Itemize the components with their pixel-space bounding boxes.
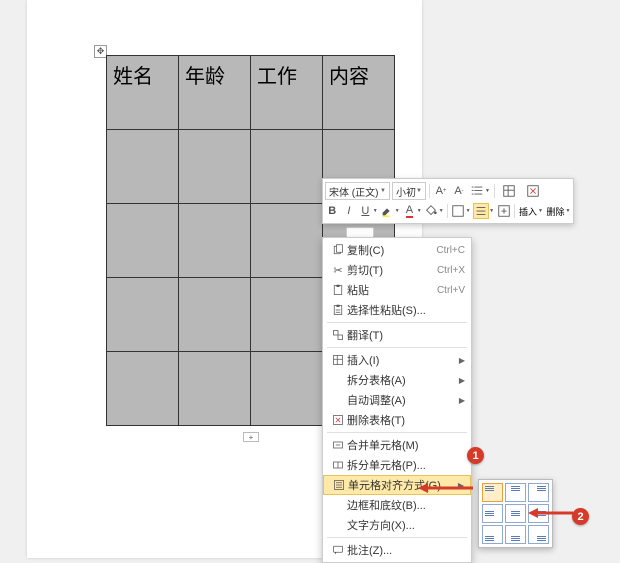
cell-align-popup: [478, 479, 553, 548]
clipboard-icon: [329, 284, 347, 296]
add-row-icon[interactable]: +: [243, 432, 259, 442]
menu-insert[interactable]: 插入(I) ▶: [323, 350, 471, 370]
scissors-icon: ✂: [329, 264, 347, 277]
merge-icon[interactable]: [497, 203, 512, 219]
comment-icon: [329, 544, 347, 556]
menu-separator: [327, 432, 467, 433]
align-top-right[interactable]: [528, 483, 549, 502]
table-header-cell[interactable]: 姓名: [107, 56, 179, 130]
menu-paste[interactable]: 粘贴 Ctrl+V: [323, 280, 471, 300]
delete-table-icon: [329, 414, 347, 426]
border-icon[interactable]: [451, 203, 466, 219]
chevron-down-icon[interactable]: ▼: [485, 188, 491, 194]
chevron-down-icon[interactable]: ▼: [566, 208, 571, 214]
align-icon: [330, 479, 348, 491]
table-header-cell[interactable]: 工作: [251, 56, 323, 130]
align-top-center[interactable]: [505, 483, 526, 502]
chevron-down-icon: ▼: [416, 188, 422, 194]
align-icon[interactable]: [473, 203, 489, 219]
separator: [447, 204, 448, 218]
font-color-icon[interactable]: A: [402, 203, 417, 219]
menu-split-table[interactable]: 拆分表格(A) ▶: [323, 370, 471, 390]
insert-button[interactable]: [498, 183, 520, 199]
chevron-down-icon[interactable]: ▼: [439, 208, 444, 214]
chevron-down-icon[interactable]: ▼: [417, 208, 422, 214]
annotation-callout-2: 2: [572, 508, 589, 525]
menu-paste-special[interactable]: 选择性粘贴(S)...: [323, 300, 471, 320]
highlight-icon[interactable]: [380, 203, 395, 219]
copy-icon: [329, 244, 347, 256]
chevron-down-icon[interactable]: ▼: [373, 208, 378, 214]
chevron-right-icon: ▶: [459, 376, 465, 385]
menu-merge-cells[interactable]: 合并单元格(M): [323, 435, 471, 455]
align-mid-right[interactable]: [528, 504, 549, 523]
font-size-dropdown[interactable]: 小初 ▼: [392, 182, 426, 200]
menu-copy[interactable]: 复制(C) Ctrl+C: [323, 240, 471, 260]
font-dropdown[interactable]: 宋体 (正文) ▼: [325, 182, 390, 200]
chevron-right-icon: ▶: [459, 396, 465, 405]
chevron-down-icon[interactable]: ▼: [395, 208, 400, 214]
font-size: 小初: [396, 184, 416, 199]
table-icon: [329, 354, 347, 366]
underline-icon[interactable]: U: [358, 203, 373, 219]
separator: [514, 204, 515, 218]
align-top-left[interactable]: [482, 483, 503, 502]
context-menu: 复制(C) Ctrl+C ✂ 剪切(T) Ctrl+X 粘贴 Ctrl+V 选择…: [322, 237, 472, 563]
font-name: 宋体 (正文): [329, 184, 378, 199]
chevron-right-icon: ▶: [459, 356, 465, 365]
format-list-icon[interactable]: [469, 183, 485, 199]
menu-separator: [327, 537, 467, 538]
chevron-down-icon[interactable]: ▼: [466, 208, 471, 214]
table-row: 姓名 年龄 工作 内容: [107, 56, 395, 130]
shrink-font-icon[interactable]: A-: [451, 183, 467, 199]
separator: [429, 184, 430, 198]
align-mid-center[interactable]: [505, 504, 526, 523]
chevron-down-icon[interactable]: ▼: [489, 208, 494, 214]
menu-text-direction[interactable]: 文字方向(X)...: [323, 515, 471, 535]
delete-button[interactable]: [522, 183, 544, 199]
menu-borders[interactable]: 边框和底纹(B)...: [323, 495, 471, 515]
split-cells-icon: [329, 459, 347, 471]
bold-icon[interactable]: B: [325, 203, 340, 219]
insert-label[interactable]: 插入: [518, 205, 538, 218]
menu-cut[interactable]: ✂ 剪切(T) Ctrl+X: [323, 260, 471, 280]
table-header-cell[interactable]: 内容: [323, 56, 395, 130]
shading-icon[interactable]: [424, 203, 439, 219]
menu-delete-table[interactable]: 删除表格(T): [323, 410, 471, 430]
italic-icon[interactable]: I: [342, 203, 357, 219]
chevron-right-icon: ▶: [458, 481, 464, 490]
align-mid-left[interactable]: [482, 504, 503, 523]
menu-separator: [327, 347, 467, 348]
mini-toolbar: 宋体 (正文) ▼ 小初 ▼ A+ A- ▼ B I U ▼ ▼ A: [322, 178, 574, 224]
annotation-callout-1: 1: [467, 447, 484, 464]
align-bot-right[interactable]: [528, 525, 549, 544]
clipboard-special-icon: [329, 304, 347, 316]
chevron-down-icon: ▼: [380, 188, 386, 194]
menu-comment[interactable]: 批注(Z)...: [323, 540, 471, 560]
menu-autofit[interactable]: 自动调整(A) ▶: [323, 390, 471, 410]
align-bot-left[interactable]: [482, 525, 503, 544]
merge-cells-icon: [329, 439, 347, 451]
grow-font-icon[interactable]: A+: [433, 183, 449, 199]
table-header-cell[interactable]: 年龄: [179, 56, 251, 130]
menu-translate[interactable]: 翻译(T): [323, 325, 471, 345]
align-bot-center[interactable]: [505, 525, 526, 544]
separator: [494, 184, 495, 198]
menu-cell-align[interactable]: 单元格对齐方式(G) ▶: [323, 475, 471, 495]
translate-icon: [329, 329, 347, 341]
chevron-down-icon[interactable]: ▼: [538, 208, 543, 214]
delete-label[interactable]: 删除: [546, 205, 566, 218]
menu-split-cells[interactable]: 拆分单元格(P)...: [323, 455, 471, 475]
menu-separator: [327, 322, 467, 323]
